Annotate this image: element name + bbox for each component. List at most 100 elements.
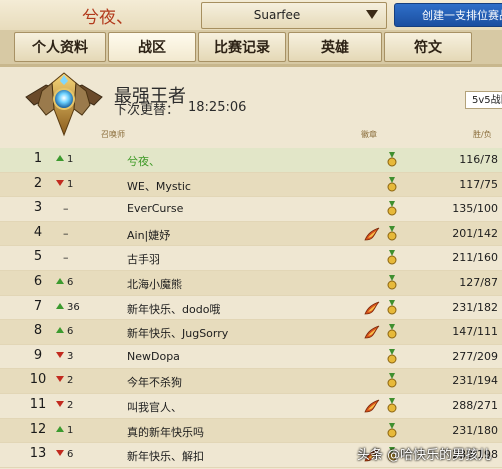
table-row[interactable]: 11 2 叫我官人、 288/271 [0,394,502,419]
tab-league[interactable]: 战区 [108,32,196,62]
tab-match-history[interactable]: 比赛记录 [198,32,286,62]
medal-icon [387,250,397,265]
medal-icon [387,299,397,315]
medal-icon [387,152,397,167]
summoner-name[interactable]: 新年快乐、dodo哦 [127,301,220,317]
create-team-button[interactable]: 创建一支排位赛战队 [394,3,502,27]
badges [362,422,398,439]
tab-champions[interactable]: 英雄 [288,32,382,62]
badges [362,176,398,193]
rank-number: 9 [33,347,43,363]
tab-profile[interactable]: 个人资料 [14,32,106,62]
rank-change: 1 [56,425,73,436]
arrow-down-icon [56,179,64,186]
update-label: 下次更替： [114,103,180,118]
rank-change-value: 6 [67,276,74,288]
badges [362,397,398,414]
rank-number: 2 [33,175,43,191]
arrow-down-icon [56,400,64,407]
rank-number: 8 [33,323,43,339]
rank-change: 6 [56,326,73,337]
rank-change: 1 [56,154,73,165]
arrow-up-icon [56,155,64,161]
summoner-name[interactable]: 新年快乐、解扣 [127,448,204,464]
win-loss-record: 231/180 [452,423,498,437]
badges [362,348,398,365]
win-loss-record: 277/209 [452,349,498,363]
summoner-name[interactable]: 北海小魔熊 [127,276,182,292]
win-loss-record: 147/111 [452,325,498,339]
rank-change: 36 [56,302,80,313]
summoner-name[interactable]: 兮夜、 [127,153,160,169]
table-row[interactable]: 6 6 北海小魔熊 127/87 [0,270,502,296]
summoner-name[interactable]: 今年不杀狗 [127,374,182,390]
win-loss-record: 116/78 [459,153,498,166]
table-row[interactable]: 7 36 新年快乐、dodo哦 231/182 [0,296,502,321]
arrow-up-icon [56,425,64,432]
arrow-down-icon [56,351,64,358]
rank-change-value: 1 [67,178,74,190]
arrow-down-icon [56,450,64,457]
win-loss-record: 127/87 [459,275,498,289]
ladder-table: 1 1 兮夜、 116/78 2 1 WE、Mystic 117/75 3– EverCurse 1… [0,148,502,468]
table-row[interactable]: 10 2 今年不杀狗 231/194 [0,369,502,394]
medal-icon [387,176,397,192]
flame-icon [364,399,380,413]
table-row[interactable]: 9 3 NewDopa 277/209 [0,345,502,370]
column-header-summoner: 召唤师 [101,130,125,139]
top-bar: 兮夜、 Suarfee 创建一支排位赛战队 [0,0,502,31]
badges [362,299,398,316]
medal-icon [387,348,397,364]
summoner-name[interactable]: 古手羽 [127,251,160,267]
medal-icon [387,422,397,438]
summoner-name[interactable]: 真的新年快乐吗 [127,424,204,440]
rank-change: 1 [56,179,73,190]
table-row[interactable]: 2 1 WE、Mystic 117/75 [0,172,502,198]
rank-number: 10 [29,372,47,388]
chevron-down-icon[interactable] [366,10,378,19]
medal-icon [387,324,397,339]
summoner-name[interactable]: WE、Mystic [127,178,191,194]
league-header: 最强王者 下次更替： 18:25:06 5v5战队 [10,67,502,137]
badges [362,274,398,291]
medal-icon [387,225,397,241]
table-row[interactable]: 1 1 兮夜、 116/78 [0,148,502,173]
arrow-up-icon [56,302,64,309]
rank-change-value: 2 [67,375,74,387]
arrow-up-icon [56,327,64,334]
table-row[interactable]: 12 1 真的新年快乐吗 231/180 [0,418,502,444]
win-loss-record: 231/182 [452,300,498,314]
rank-change-value: 1 [67,424,74,436]
flame-icon [364,301,380,314]
server-select[interactable]: Suarfee [201,2,387,29]
rank-change-value: 6 [67,326,74,338]
rank-number: 11 [29,396,47,412]
summoner-name[interactable]: EverCurse [127,202,183,215]
table-header: 召唤师 徽章 胜/负 [0,127,502,142]
rank-number: 4 [33,224,43,240]
rank-change: – [63,251,69,265]
tab-bar: 个人资料 战区 比赛记录 英雄 符文 [0,30,502,64]
rank-change: 2 [56,375,73,386]
rank-number: 3 [33,200,43,216]
table-row[interactable]: 8 6 新年快乐、JugSorry 147/111 [0,320,502,345]
summoner-name[interactable]: 新年快乐、JugSorry [127,325,228,341]
rank-change: 3 [56,351,73,362]
rank-change-value: 3 [67,350,74,362]
win-loss-record: 231/194 [452,374,498,388]
rank-change: – [63,202,69,216]
tab-runes[interactable]: 符文 [384,32,472,62]
summoner-name[interactable]: 叫我官人、 [127,399,182,415]
badges [362,324,398,340]
summoner-name[interactable]: NewDopa [127,350,180,363]
rank-change-value: 36 [67,301,80,313]
summoner-name[interactable]: Ain|婕妤 [127,227,170,243]
update-time: 18:25:06 [188,100,247,115]
medal-icon [387,201,397,216]
player-name: 兮夜、 [82,8,133,28]
mode-select[interactable]: 5v5战队 [465,91,502,109]
table-row[interactable]: 4 – Ain|婕妤 201/142 [0,221,502,247]
column-header-record: 胜/负 [473,130,492,139]
table-row[interactable]: 5 – 古手羽 211/160 [0,246,502,271]
table-row[interactable]: 3 – EverCurse 135/100 [0,197,502,222]
